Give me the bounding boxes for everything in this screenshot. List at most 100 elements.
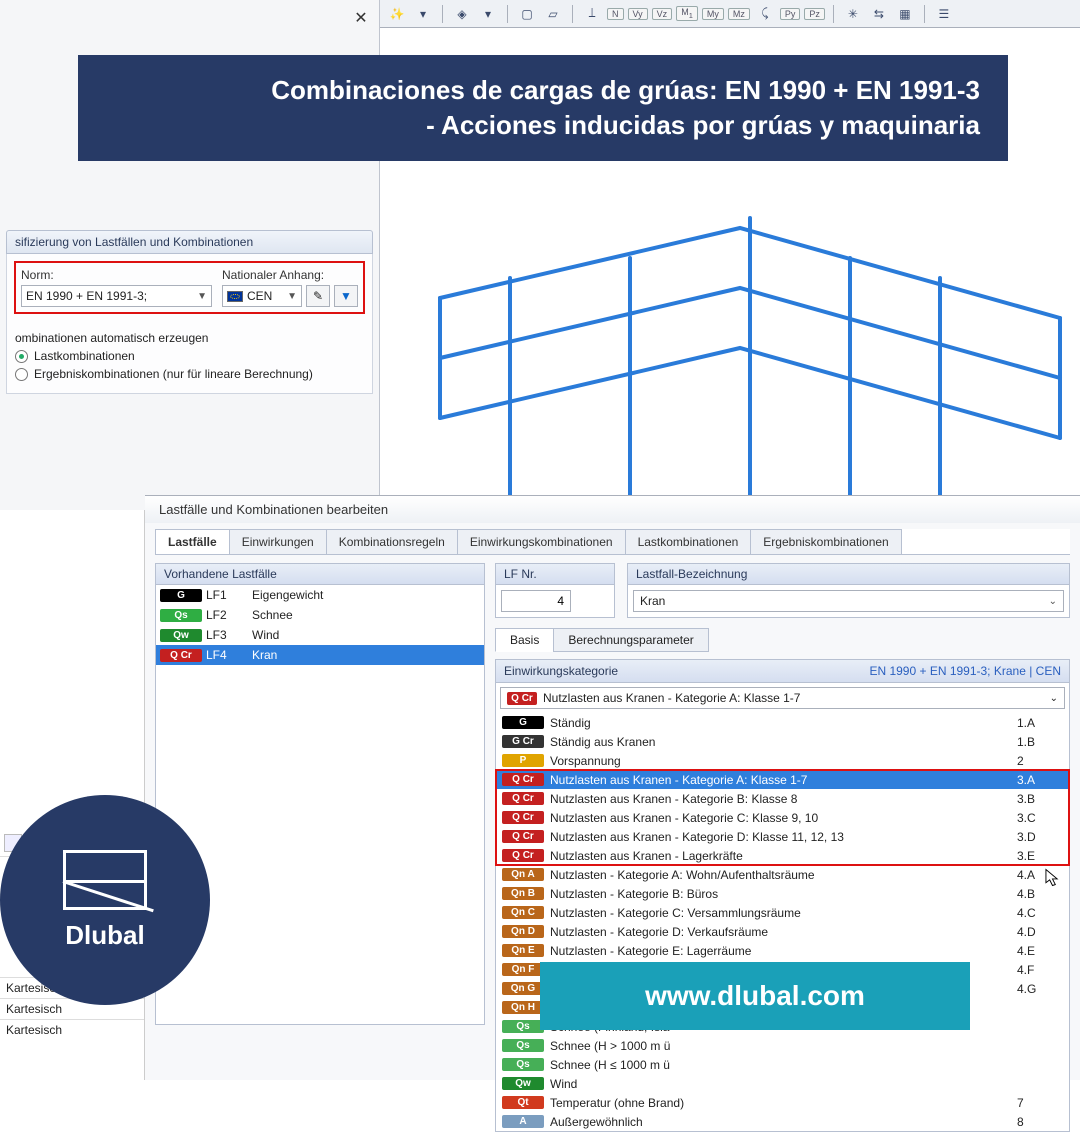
tab-einwirkungskomb[interactable]: Einwirkungskombinationen <box>457 529 626 554</box>
loadcase-list[interactable]: G LF1 EigengewichtQs LF2 SchneeQw LF3 Wi… <box>155 585 485 1025</box>
category-text: Ständig <box>550 716 1011 730</box>
category-text: Nutzlasten aus Kranen - Kategorie B: Kla… <box>550 792 1011 806</box>
category-option[interactable]: G Ständig 1.A <box>496 713 1069 732</box>
category-option[interactable]: A Außergewöhnlich 8 <box>496 1112 1069 1131</box>
main-tabstrip: Lastfälle Einwirkungen Kombinationsregel… <box>155 529 1070 555</box>
loadcase-row[interactable]: Qs LF2 Schnee <box>156 605 484 625</box>
category-option[interactable]: Q Cr Nutzlasten aus Kranen - Lagerkräfte… <box>496 846 1069 865</box>
annex-select[interactable]: CEN▼ <box>222 285 302 307</box>
lfnr-input[interactable] <box>501 590 571 612</box>
badge: Qn F <box>502 963 544 976</box>
badge: G <box>502 716 544 729</box>
category-option[interactable]: Qs Schnee (H > 1000 m ü <box>496 1036 1069 1055</box>
chevron-down-icon: ▼ <box>287 291 297 302</box>
headline-banner: Combinaciones de cargas de grúas: EN 199… <box>78 55 1008 161</box>
tab-lastkombinationen[interactable]: Lastkombinationen <box>625 529 752 554</box>
badge: Qn H <box>502 1001 544 1014</box>
force-vy[interactable]: Vy <box>628 8 648 20</box>
badge: Qw <box>502 1077 544 1090</box>
dropdown-icon[interactable]: ▾ <box>477 3 499 25</box>
frame2-icon[interactable]: ▱ <box>542 3 564 25</box>
tab-basis[interactable]: Basis <box>495 628 554 652</box>
tab-ergebniskomb[interactable]: Ergebniskombinationen <box>750 529 901 554</box>
badge: Qw <box>160 629 202 642</box>
category-option[interactable]: Qn D Nutzlasten - Kategorie D: Verkaufsr… <box>496 922 1069 941</box>
wizard-icon[interactable]: ✨ <box>386 3 408 25</box>
badge: Qn G <box>502 982 544 995</box>
chevron-down-icon: ⌄ <box>1050 693 1058 704</box>
category-code: 8 <box>1017 1115 1063 1129</box>
category-text: Nutzlasten aus Kranen - Lagerkräfte <box>550 849 1011 863</box>
close-icon[interactable]: ✕ <box>349 6 373 30</box>
category-text: Außergewöhnlich <box>550 1115 1011 1129</box>
lfdesc-select[interactable]: Kran⌄ <box>633 590 1064 612</box>
tool2-icon[interactable]: ⇆ <box>868 3 890 25</box>
category-option[interactable]: Qs Schnee (H ≤ 1000 m ü <box>496 1055 1069 1074</box>
category-code: 1.B <box>1017 735 1063 749</box>
norm-select[interactable]: EN 1990 + EN 1991-3;▼ <box>21 285 212 307</box>
tab-einwirkungen[interactable]: Einwirkungen <box>229 529 327 554</box>
dlubal-logo: Dlubal <box>0 795 210 1005</box>
cat-head-right: EN 1990 + EN 1991-3; Krane | CEN <box>869 664 1061 678</box>
tab-kombinationsregeln[interactable]: Kombinationsregeln <box>326 529 458 554</box>
category-text: Nutzlasten - Kategorie D: Verkaufsräume <box>550 925 1011 939</box>
category-text: Nutzlasten - Kategorie C: Versammlungsrä… <box>550 906 1011 920</box>
badge: Q Cr <box>502 792 544 805</box>
badge: Qn B <box>502 887 544 900</box>
badge: Q Cr <box>502 849 544 862</box>
arrow-icon[interactable]: ▾ <box>412 3 434 25</box>
category-option[interactable]: Q Cr Nutzlasten aus Kranen - Kategorie C… <box>496 808 1069 827</box>
bend-icon[interactable]: ⤹ <box>754 3 776 25</box>
category-code: 4.B <box>1017 887 1063 901</box>
brand-name: Dlubal <box>65 920 144 951</box>
loadcase-id: LF3 <box>206 628 248 642</box>
pipe-icon[interactable]: ⟘ <box>581 3 603 25</box>
frame-icon[interactable]: ▢ <box>516 3 538 25</box>
force-vz[interactable]: Vz <box>652 8 673 20</box>
category-dropdown-list[interactable]: G Ständig 1.AG Cr Ständig aus Kranen 1.B… <box>496 713 1069 1131</box>
tool1-icon[interactable]: ✳ <box>842 3 864 25</box>
annex-filter-icon[interactable]: ▼ <box>334 285 358 307</box>
category-option[interactable]: P Vorspannung 2 <box>496 751 1069 770</box>
moment-m1[interactable]: M1 <box>676 6 698 21</box>
loadcase-id: LF1 <box>206 588 248 602</box>
force-n[interactable]: N <box>607 8 624 20</box>
loadcase-name: Eigengewicht <box>252 588 480 602</box>
category-option[interactable]: Q Cr Nutzlasten aus Kranen - Kategorie B… <box>496 789 1069 808</box>
badge: Q Cr <box>502 811 544 824</box>
moment-my[interactable]: My <box>702 8 724 20</box>
category-option[interactable]: G Cr Ständig aus Kranen 1.B <box>496 732 1069 751</box>
list-icon[interactable]: ☰ <box>933 3 955 25</box>
category-select[interactable]: Q Cr Nutzlasten aus Kranen - Kategorie A… <box>500 687 1065 709</box>
table-icon[interactable]: ▦ <box>894 3 916 25</box>
cube-icon[interactable]: ◈ <box>451 3 473 25</box>
badge: Qs <box>160 609 202 622</box>
category-option[interactable]: Qt Temperatur (ohne Brand) 7 <box>496 1093 1069 1112</box>
force-py[interactable]: Py <box>780 8 801 20</box>
loadcase-name: Kran <box>252 648 480 662</box>
radio-off-icon <box>15 368 28 381</box>
annex-edit-icon[interactable]: ✎ <box>306 285 330 307</box>
category-option[interactable]: Qw Wind <box>496 1074 1069 1093</box>
loadcase-id: LF2 <box>206 608 248 622</box>
dialog-title: Lastfälle und Kombinationen bearbeiten <box>145 496 1080 523</box>
category-option[interactable]: Qn C Nutzlasten - Kategorie C: Versammlu… <box>496 903 1069 922</box>
force-pz[interactable]: Pz <box>804 8 825 20</box>
radio-ergebniskombinationen[interactable]: Ergebniskombinationen (nur für lineare B… <box>15 367 364 381</box>
moment-mz[interactable]: Mz <box>728 8 750 20</box>
loadcase-row[interactable]: Qw LF3 Wind <box>156 625 484 645</box>
category-option[interactable]: Q Cr Nutzlasten aus Kranen - Kategorie A… <box>496 770 1069 789</box>
tab-berechnungsparameter[interactable]: Berechnungsparameter <box>553 628 708 652</box>
radio-lastkombinationen[interactable]: Lastkombinationen <box>15 349 364 363</box>
category-option[interactable]: Qn E Nutzlasten - Kategorie E: Lagerräum… <box>496 941 1069 960</box>
category-option[interactable]: Qn B Nutzlasten - Kategorie B: Büros 4.B <box>496 884 1069 903</box>
category-option[interactable]: Q Cr Nutzlasten aus Kranen - Kategorie D… <box>496 827 1069 846</box>
coord-system-row[interactable]: Kartesisch <box>0 1019 144 1040</box>
badge: Qs <box>502 1058 544 1071</box>
category-option[interactable]: Qn A Nutzlasten - Kategorie A: Wohn/Aufe… <box>496 865 1069 884</box>
loadcase-row[interactable]: G LF1 Eigengewicht <box>156 585 484 605</box>
classification-section-head: sifizierung von Lastfällen und Kombinati… <box>6 230 373 254</box>
loadcase-row[interactable]: Q Cr LF4 Kran <box>156 645 484 665</box>
chevron-down-icon: ⌄ <box>1049 596 1057 607</box>
tab-lastfaelle[interactable]: Lastfälle <box>155 529 230 554</box>
